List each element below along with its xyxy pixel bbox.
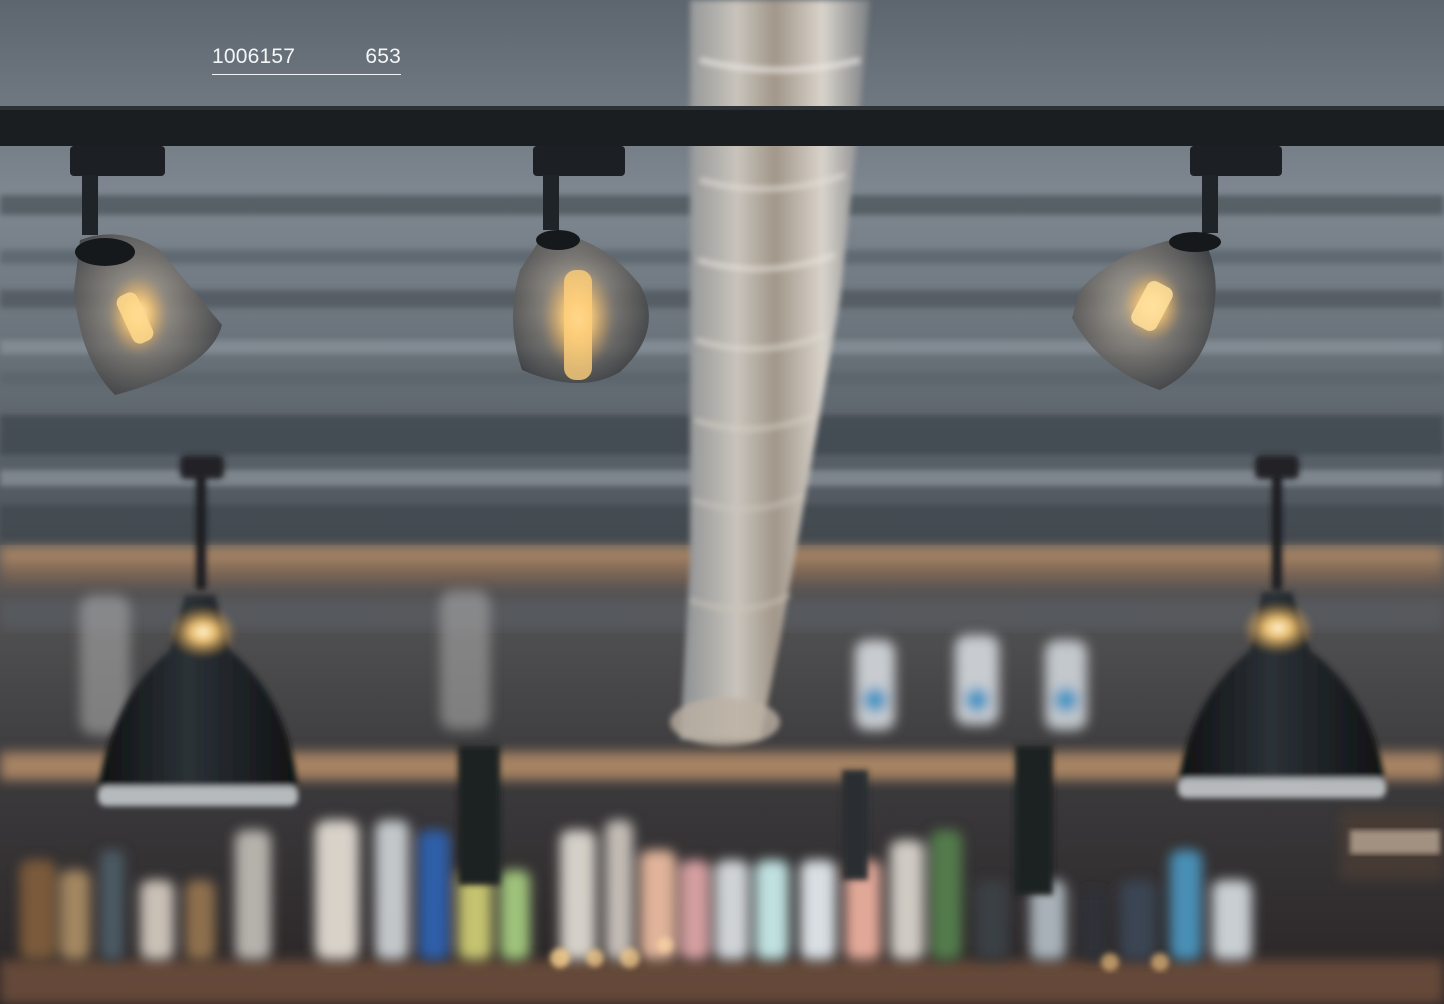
- bar-ceiling-photo: [0, 0, 1444, 1004]
- track-rail: [0, 106, 1444, 146]
- page-code: 653: [365, 45, 401, 68]
- article-number: 1006157: [212, 45, 296, 68]
- image-caption: 1006157 653: [212, 44, 401, 75]
